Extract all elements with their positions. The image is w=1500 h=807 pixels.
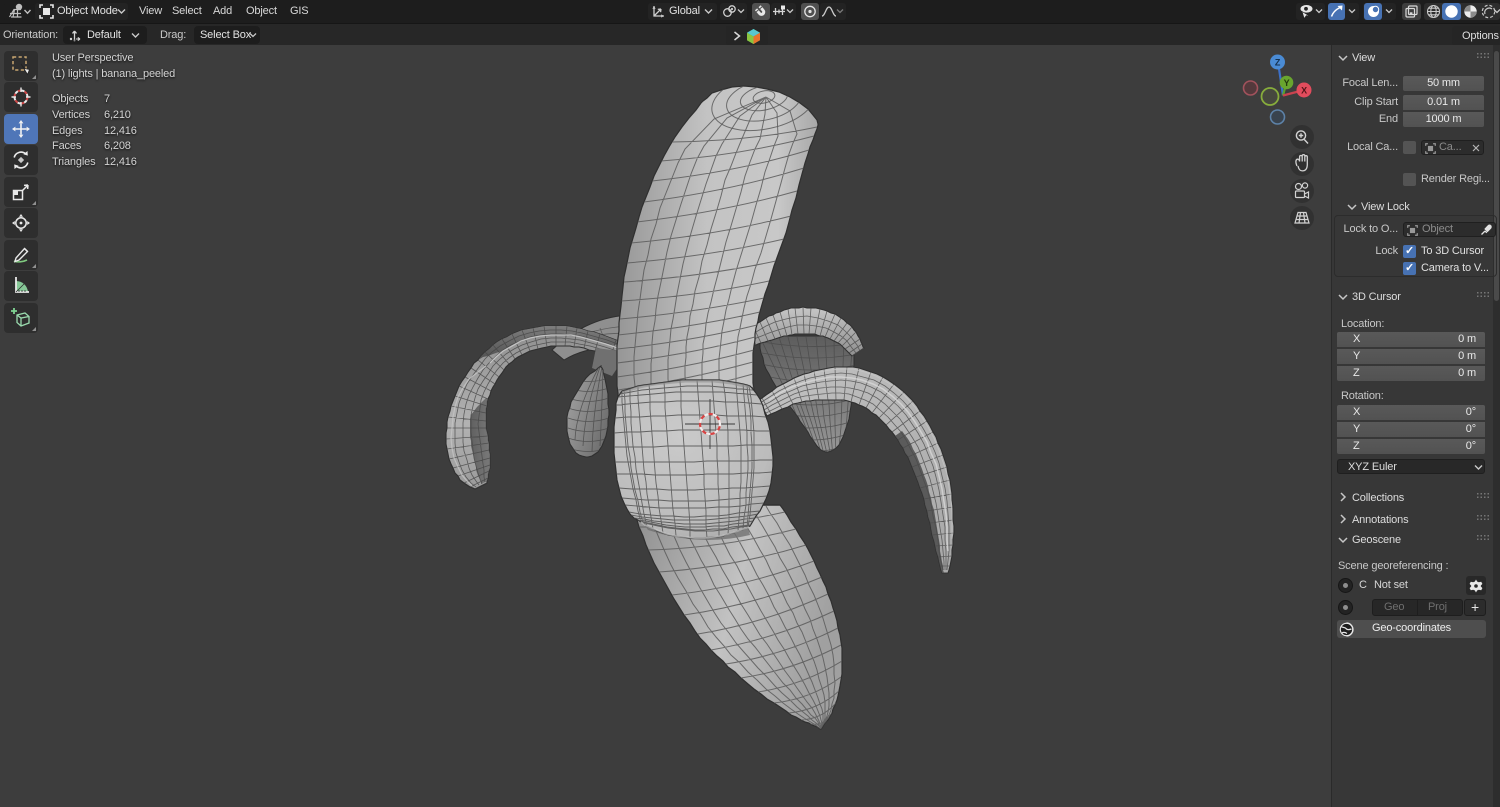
svg-text:Z: Z — [1275, 58, 1281, 68]
svg-text:X: X — [1301, 86, 1307, 96]
svg-text:Y: Y — [1284, 78, 1290, 88]
